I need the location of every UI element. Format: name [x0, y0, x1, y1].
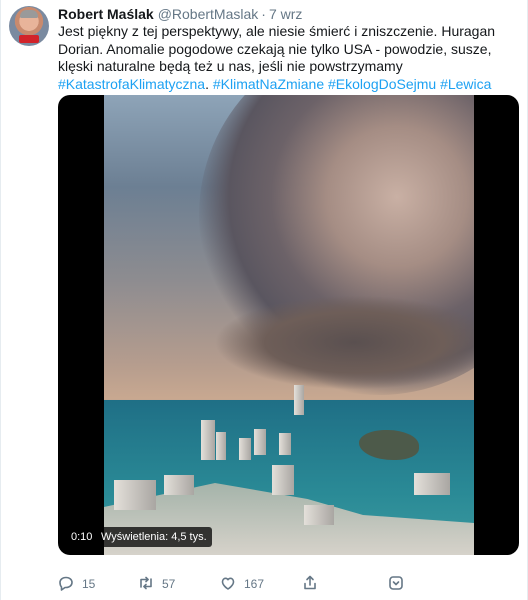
tweet-body: Jest piękny z tej perspektywy, ale niesi… [58, 23, 496, 74]
hashtag-link[interactable]: #KlimatNaZmiane [213, 76, 324, 92]
hashtag-link[interactable]: #Lewica [440, 76, 491, 92]
tweet-actions: 15 57 167 [58, 572, 418, 596]
video-frame[interactable] [104, 95, 474, 555]
avatar[interactable] [9, 6, 49, 46]
hashtag-link[interactable]: #EkologDoSejmu [328, 76, 436, 92]
retweet-icon [138, 575, 154, 594]
retweet-count: 57 [162, 577, 176, 591]
hashtag-separator: . [205, 75, 213, 92]
video-elapsed-time: 0:10 [66, 527, 98, 547]
building [279, 433, 291, 455]
tweet-header: Robert Maślak @RobertMaslak · 7 wrz [58, 5, 302, 23]
share-button[interactable] [302, 572, 318, 596]
heart-icon [220, 575, 236, 594]
building [414, 473, 450, 495]
building [216, 432, 226, 460]
chevron-down-icon [388, 575, 404, 594]
retweet-button[interactable]: 57 [138, 572, 175, 596]
avatar-badge [19, 35, 39, 43]
like-count: 167 [244, 577, 265, 591]
hashtag-link[interactable]: #KatastrofaKlimatyczna [58, 76, 205, 92]
video-player[interactable]: 0:10 Wyświetlenia: 4,5 tys. [58, 95, 519, 555]
reply-count: 15 [82, 577, 96, 591]
building [294, 385, 304, 415]
tweet-timestamp[interactable]: 7 wrz [269, 6, 302, 22]
storm-base [214, 295, 474, 390]
separator-dot: · [261, 6, 266, 22]
tweet-card[interactable]: Robert Maślak @RobertMaslak · 7 wrz Jest pi… [0, 0, 528, 600]
building [201, 420, 215, 460]
building [272, 465, 294, 495]
building [164, 475, 194, 495]
avatar-hair [20, 10, 38, 18]
building [239, 438, 251, 460]
more-options-button[interactable] [388, 572, 404, 596]
share-icon [302, 575, 318, 594]
author-handle[interactable]: @RobertMaslak [158, 6, 259, 22]
building [304, 505, 334, 525]
like-button[interactable]: 167 [220, 572, 264, 596]
video-view-count: Wyświetlenia: 4,5 tys. [96, 527, 212, 547]
reply-button[interactable]: 15 [58, 572, 95, 596]
author-name[interactable]: Robert Maślak [58, 6, 154, 22]
tweet-text: Jest piękny z tej perspektywy, ale niesi… [58, 23, 518, 93]
building [114, 480, 156, 510]
reply-icon [58, 575, 74, 594]
building [254, 429, 266, 455]
